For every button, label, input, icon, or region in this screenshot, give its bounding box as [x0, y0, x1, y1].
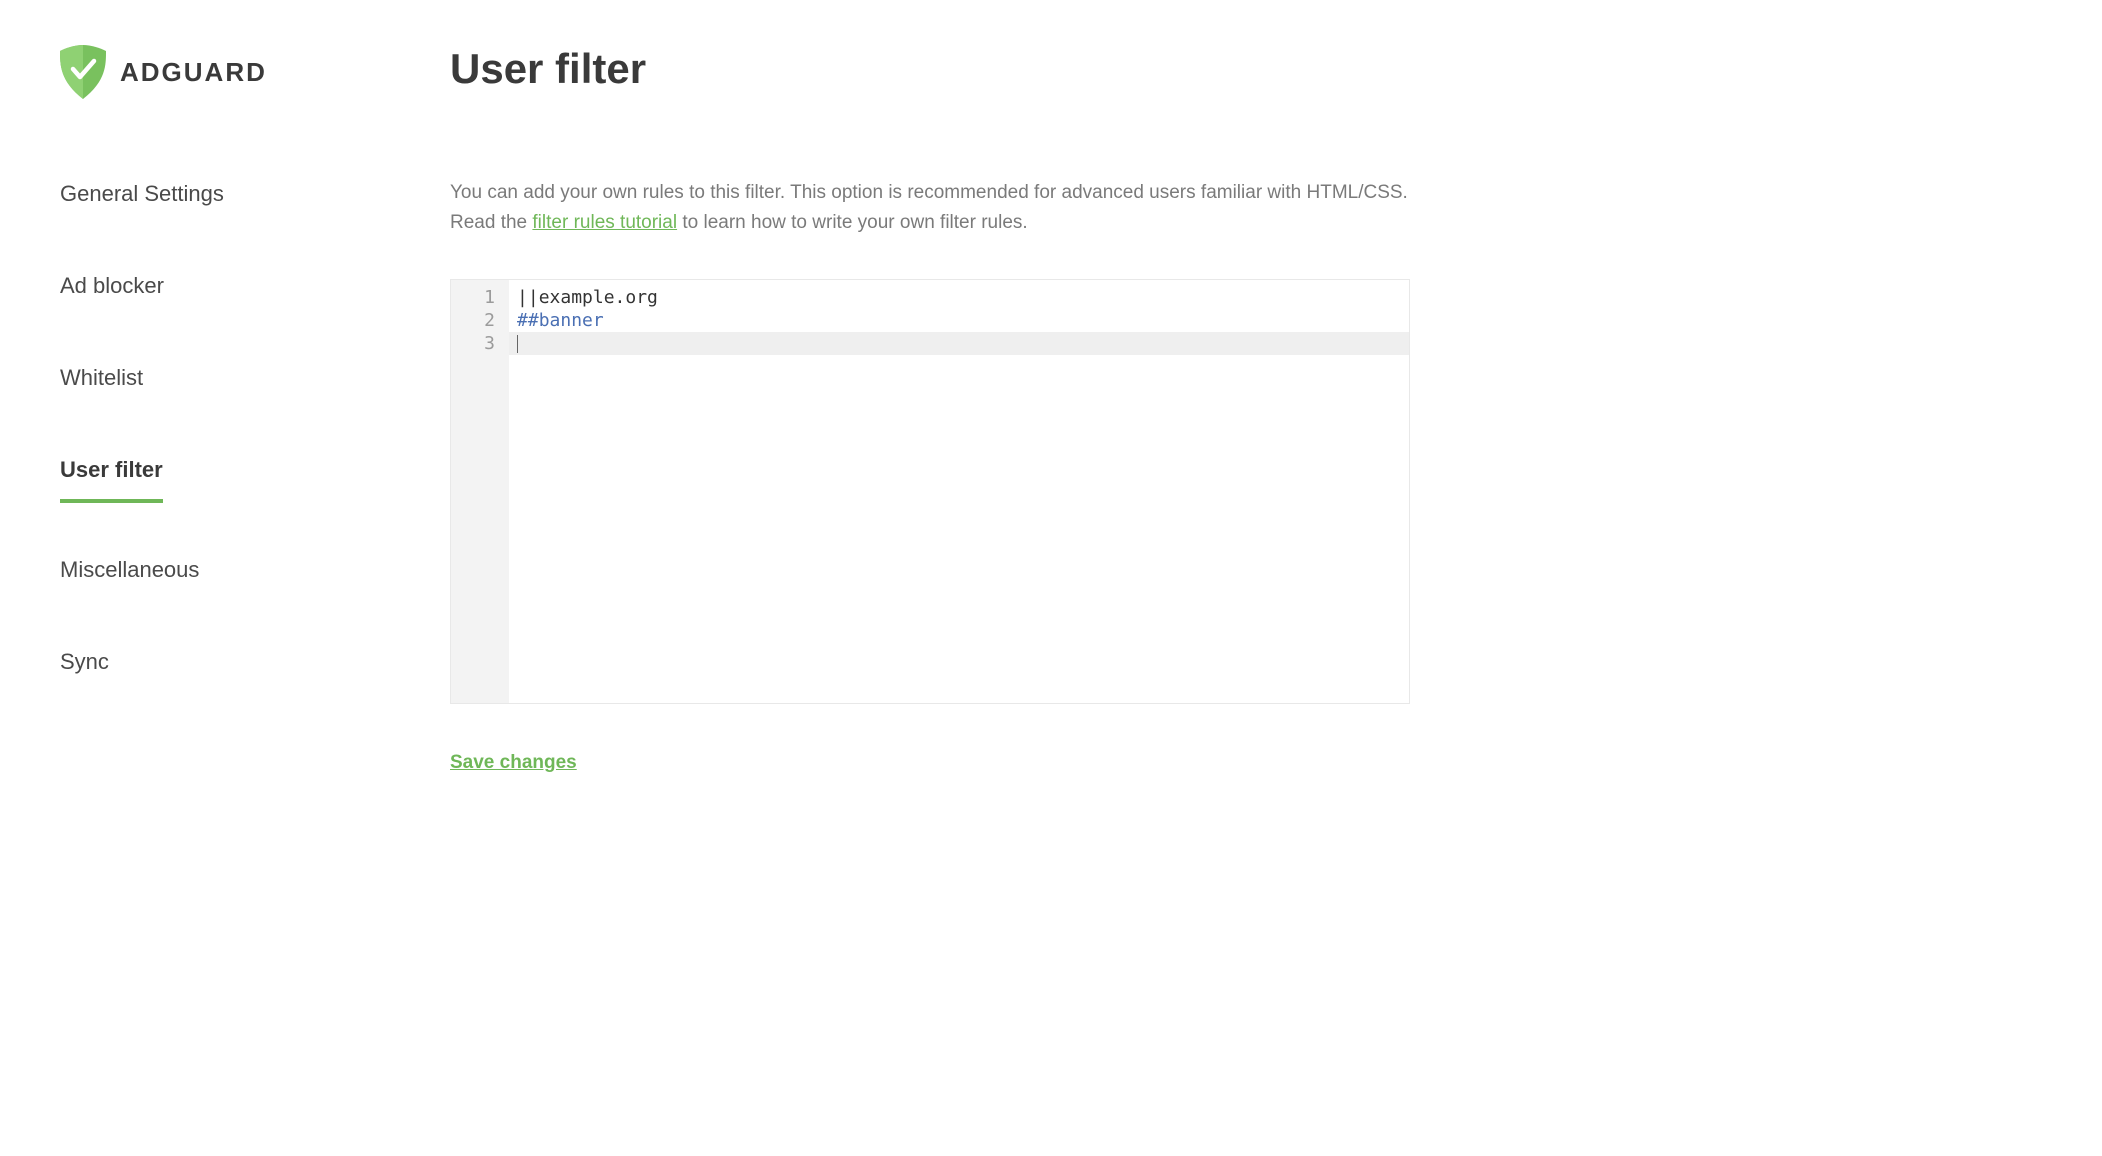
line-number: 3: [457, 332, 495, 355]
code-line[interactable]: [509, 332, 1409, 355]
brand-logo: ADGUARD: [60, 45, 400, 99]
brand-name: ADGUARD: [120, 57, 267, 88]
code-area[interactable]: ||example.org##banner: [509, 280, 1409, 703]
shield-check-icon: [60, 45, 106, 99]
text-cursor-icon: [517, 335, 518, 353]
sidebar-item-user-filter[interactable]: User filter: [60, 445, 163, 503]
code-token: ||: [517, 287, 539, 308]
line-number-gutter: 1 2 3: [451, 280, 509, 703]
save-changes-link[interactable]: Save changes: [450, 752, 577, 774]
code-editor[interactable]: 1 2 3 ||example.org##banner: [450, 279, 1410, 704]
page-title: User filter: [450, 45, 1410, 93]
code-token: banner: [539, 310, 604, 331]
sidebar: ADGUARD General Settings Ad blocker Whit…: [60, 45, 400, 1111]
sidebar-item-sync[interactable]: Sync: [60, 637, 109, 687]
line-number: 2: [457, 309, 495, 332]
code-line[interactable]: ##banner: [509, 309, 1409, 332]
sidebar-item-miscellaneous[interactable]: Miscellaneous: [60, 545, 199, 595]
sidebar-nav: General Settings Ad blocker Whitelist Us…: [60, 169, 400, 729]
code-token: ##: [517, 310, 539, 331]
sidebar-item-general-settings[interactable]: General Settings: [60, 169, 224, 219]
page-description: You can add your own rules to this filte…: [450, 178, 1410, 239]
desc-text-after: to learn how to write your own filter ru…: [677, 212, 1028, 233]
filter-rules-tutorial-link[interactable]: filter rules tutorial: [532, 212, 677, 233]
code-token: example.org: [539, 287, 658, 308]
sidebar-item-ad-blocker[interactable]: Ad blocker: [60, 261, 164, 311]
line-number: 1: [457, 286, 495, 309]
sidebar-item-whitelist[interactable]: Whitelist: [60, 353, 143, 403]
code-line[interactable]: ||example.org: [509, 286, 1409, 309]
main-content: User filter You can add your own rules t…: [450, 45, 1410, 1111]
